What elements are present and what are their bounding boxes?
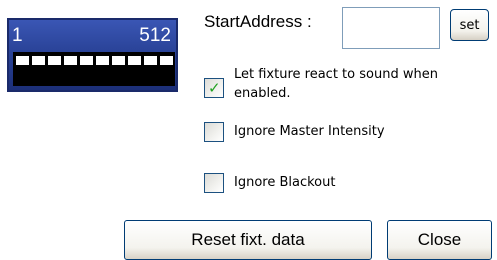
reset-fixture-data-button[interactable]: Reset fixt. data: [124, 220, 372, 260]
close-button[interactable]: Close: [387, 220, 492, 260]
ignore-master-intensity-checkbox[interactable]: [204, 122, 224, 142]
start-address-label: StartAddress :: [204, 12, 312, 31]
ignore-master-intensity-label: Ignore Master Intensity: [234, 124, 385, 139]
dmx-channel-track: [13, 52, 175, 86]
dmx-range-start: 1: [12, 25, 23, 46]
checkmark-icon: ✓: [208, 79, 221, 97]
dmx-channel-cell: [48, 56, 61, 65]
dmx-address-range-panel[interactable]: 1 512: [7, 18, 178, 92]
dmx-channel-cell: [96, 56, 109, 65]
dmx-channel-cell: [32, 56, 45, 65]
dmx-channel-cell: [128, 56, 141, 65]
ignore-blackout-checkbox[interactable]: [204, 173, 224, 193]
dmx-channel-cell: [112, 56, 125, 65]
ignore-blackout-label: Ignore Blackout: [234, 175, 336, 190]
fixture-settings-dialog: 1 512 StartAddress : set ✓ Let fixture r…: [0, 0, 497, 260]
react-to-sound-checkbox[interactable]: ✓: [204, 78, 224, 98]
dmx-channel-cell: [64, 56, 77, 65]
dmx-channel-cell: [144, 56, 157, 65]
dmx-channel-cells: [16, 56, 173, 65]
start-address-input[interactable]: [342, 7, 440, 49]
dmx-range-end: 512: [139, 25, 171, 46]
set-button[interactable]: set: [450, 9, 489, 41]
dmx-channel-cell: [160, 56, 173, 65]
react-to-sound-label-line2: enabled.: [234, 86, 291, 101]
dmx-channel-cell: [16, 56, 29, 65]
dmx-channel-cell: [80, 56, 93, 65]
react-to-sound-label-line1: Let fixture react to sound when: [234, 67, 438, 82]
